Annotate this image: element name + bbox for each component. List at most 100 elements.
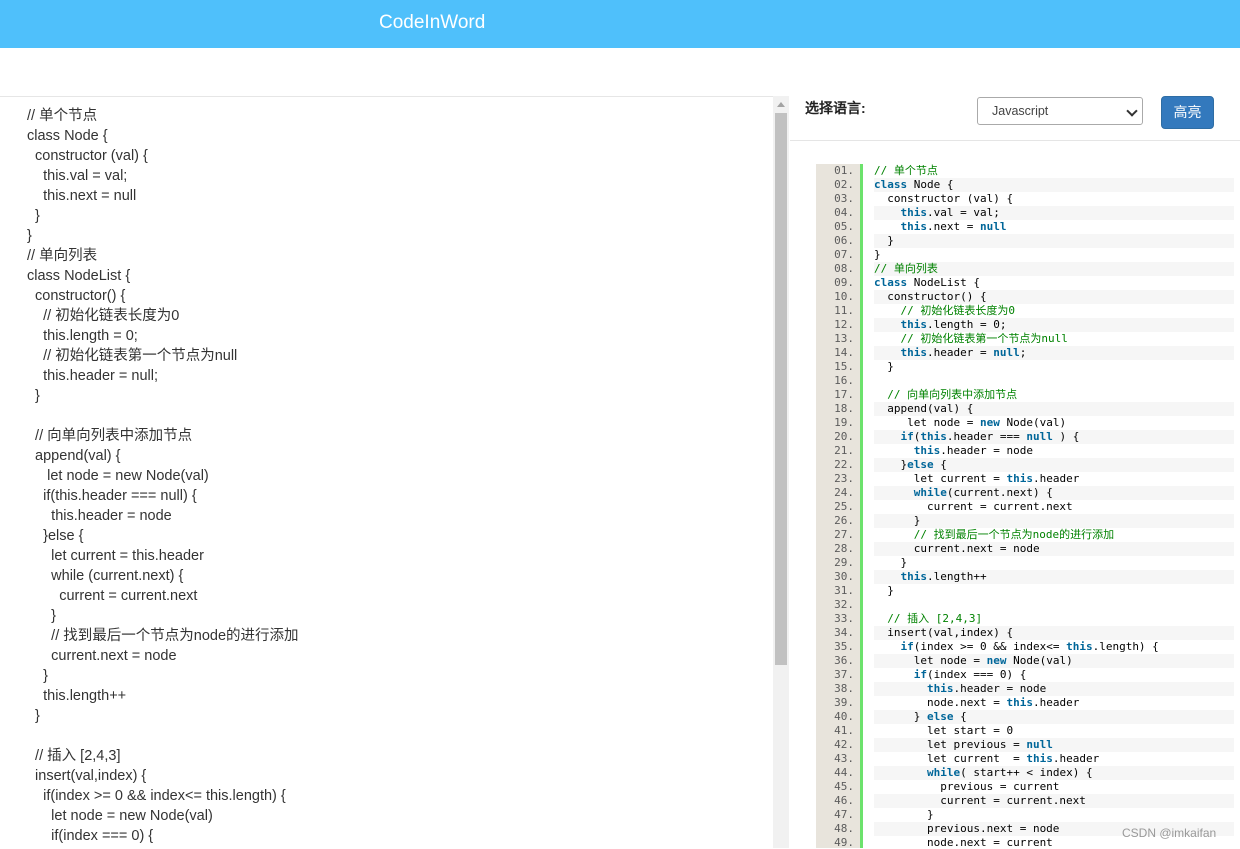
- highlight-button[interactable]: 高亮: [1161, 96, 1214, 129]
- keyword-token: this: [920, 430, 947, 443]
- language-selected-value: Javascript: [992, 104, 1049, 118]
- highlighted-code-text: let previous = null: [874, 738, 1234, 752]
- line-number: 43.: [834, 752, 854, 765]
- code-token: node.next = current: [874, 836, 1053, 848]
- language-label: 选择语言:: [805, 100, 866, 116]
- line-number: 31.: [834, 584, 854, 597]
- source-code-text[interactable]: // 单个节点 class Node { constructor (val) {…: [27, 106, 299, 846]
- line-number: 39.: [834, 696, 854, 709]
- highlighted-code-text: while(current.next) {: [874, 486, 1234, 500]
- code-token: {: [940, 458, 947, 471]
- scroll-up-arrow-icon[interactable]: [777, 102, 785, 107]
- line-number: 47.: [834, 808, 854, 821]
- highlighted-code-text: this.next = null: [874, 220, 1234, 234]
- keyword-token: this: [1066, 640, 1093, 653]
- code-line: // 初始化链表长度为0: [27, 308, 180, 324]
- keyword-token: class: [874, 276, 914, 289]
- line-number: 06.: [834, 234, 854, 247]
- line-number: 08.: [834, 262, 854, 275]
- code-line: this.next = null: [27, 188, 137, 204]
- highlighted-code-text: }: [874, 360, 1234, 374]
- line-number: 34.: [834, 626, 854, 639]
- highlighted-code-text: this.header = node: [874, 444, 1234, 458]
- highlighted-code-text: // 初始化链表第一个节点为null: [874, 332, 1234, 346]
- code-token: Node(val): [1006, 416, 1067, 429]
- highlighted-code-text: } else {: [874, 710, 1234, 724]
- keyword-token: null: [1026, 738, 1053, 751]
- code-line: this.length = 0;: [27, 328, 138, 344]
- divider: [790, 140, 1240, 141]
- code-line: // 单向列表: [27, 248, 98, 264]
- highlighted-code-text: // 初始化链表长度为0: [874, 304, 1234, 318]
- keyword-token: this: [1006, 696, 1033, 709]
- highlighted-code-text: current = current.next: [874, 500, 1234, 514]
- highlighted-code-text: let current = this.header: [874, 472, 1234, 486]
- code-line: current.next = node: [27, 648, 177, 664]
- line-number: 41.: [834, 724, 854, 737]
- line-number: 05.: [834, 220, 854, 233]
- comment-token: // 插入 [2,4,3]: [887, 612, 983, 625]
- code-line: if(index === 0) {: [27, 828, 154, 844]
- highlighted-code-text: this.val = val;: [874, 206, 1234, 220]
- code-token: previous.next = node: [874, 822, 1060, 835]
- line-number: 22.: [834, 458, 854, 471]
- line-number: 07.: [834, 248, 854, 261]
- code-token: let node =: [874, 654, 987, 667]
- code-token: constructor (val) {: [874, 192, 1014, 205]
- line-number: 33.: [834, 612, 854, 625]
- keyword-token: else: [907, 458, 941, 471]
- code-token: .header: [1052, 752, 1100, 765]
- code-line: while (current.next) {: [27, 568, 184, 584]
- keyword-token: null: [979, 220, 1007, 233]
- keyword-token: this: [913, 444, 941, 457]
- code-line: }: [27, 208, 40, 224]
- language-select[interactable]: Javascript: [977, 97, 1143, 125]
- editor-scrollbar[interactable]: [773, 96, 789, 848]
- comment-token: // 单个节点: [874, 164, 938, 177]
- line-number: 24.: [834, 486, 854, 499]
- keyword-token: null: [993, 346, 1020, 359]
- line-number: 37.: [834, 668, 854, 681]
- line-number: 49.: [834, 836, 854, 848]
- code-token: .header = node: [953, 682, 1047, 695]
- scrollbar-thumb[interactable]: [775, 113, 787, 665]
- code-token: NodeList {: [913, 276, 980, 289]
- line-number: 36.: [834, 654, 854, 667]
- code-token: append(val) {: [874, 402, 974, 415]
- line-number: 14.: [834, 346, 854, 359]
- code-token: let current =: [874, 472, 1007, 485]
- code-line: }else {: [27, 528, 84, 544]
- highlighted-code-text: if(index === 0) {: [874, 668, 1234, 682]
- line-number: 38.: [834, 682, 854, 695]
- chevron-down-icon: [1126, 105, 1138, 117]
- line-number: 27.: [834, 528, 854, 541]
- keyword-token: while: [913, 486, 947, 499]
- highlighted-code-text: this.header = node: [874, 682, 1234, 696]
- code-token: current.next = node: [874, 542, 1040, 555]
- keyword-token: this: [900, 570, 928, 583]
- code-token: .header: [1032, 696, 1080, 709]
- code-token: ;: [1019, 346, 1027, 359]
- code-line: }: [27, 388, 40, 404]
- source-code-editor[interactable]: // 单个节点 class Node { constructor (val) {…: [0, 96, 773, 849]
- code-line: current = current.next: [27, 588, 198, 604]
- code-line: append(val) {: [27, 448, 121, 464]
- line-number: 20.: [834, 430, 854, 443]
- highlighted-code-text: // 单个节点: [874, 164, 1234, 178]
- keyword-token: if: [900, 430, 914, 443]
- code-token: }: [874, 710, 927, 723]
- code-line: let current = this.header: [27, 548, 204, 564]
- code-token: .header = node: [940, 444, 1033, 457]
- code-line: // 插入 [2,4,3]: [27, 748, 121, 764]
- highlighted-code-text: this.header = null;: [874, 346, 1234, 360]
- code-line: this.length++: [27, 688, 127, 704]
